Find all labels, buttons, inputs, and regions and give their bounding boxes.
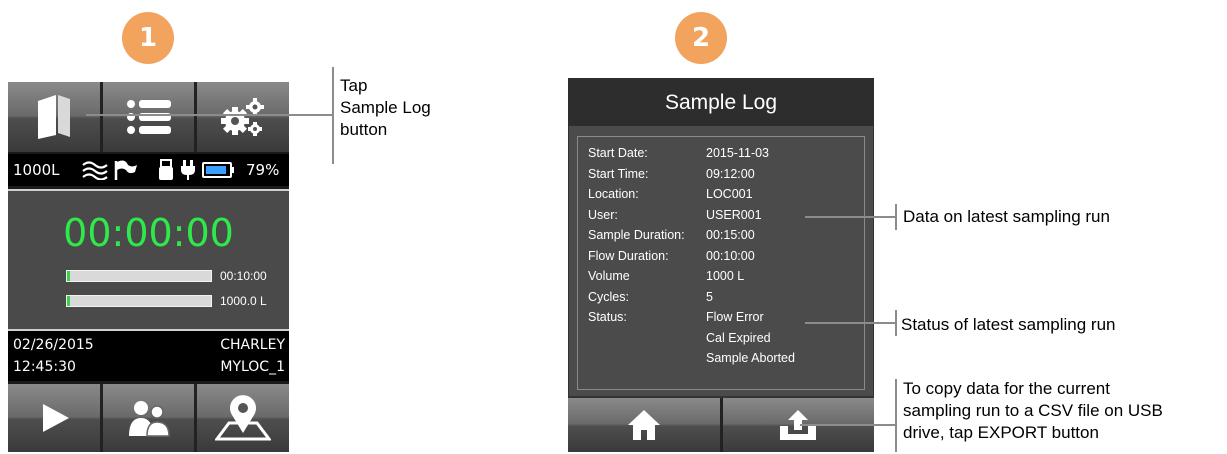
device-main-screen: 1000L 79% 00:00:00 00:10:00 1000.0 L 02/… <box>8 82 290 452</box>
log-row-value: 00:15:00 <box>706 228 755 242</box>
log-row-label: Volume <box>588 269 630 283</box>
log-row: Location: LOC001 <box>588 187 753 201</box>
log-row: Start Date: 2015-11-03 <box>588 146 769 160</box>
callout-leader-1 <box>86 114 334 116</box>
sample-log-title: Sample Log <box>568 78 874 126</box>
current-location: MYLOC_1 <box>220 359 285 375</box>
sample-log-panel: Start Date: 2015-11-03 Start Time: 09:12:00… <box>569 126 873 396</box>
run-status-panel: 00:00:00 00:10:00 1000.0 L <box>8 189 289 331</box>
callout-data-latest: Data on latest sampling run <box>903 207 1110 226</box>
callout-status-latest: Status of latest sampling run <box>901 315 1116 334</box>
home-button[interactable] <box>568 398 720 452</box>
step-2-badge: 2 <box>675 12 727 64</box>
current-time: 12:45:30 <box>13 359 76 375</box>
volume-progress-bar <box>66 295 212 307</box>
sample-log-button[interactable] <box>8 82 100 152</box>
volume-progress-fill <box>67 296 70 306</box>
users-icon <box>128 401 170 437</box>
log-row: Volume 1000 L <box>588 269 744 283</box>
volume-status: 1000L <box>13 161 60 179</box>
callout-export: To copy data for the current sampling ru… <box>903 379 1163 442</box>
log-row-label: Location: <box>588 187 639 201</box>
duration-progress-label: 00:10:00 <box>220 269 267 283</box>
log-row-value: Sample Aborted <box>706 351 795 365</box>
callout-bracket-2 <box>895 204 897 230</box>
log-row-value: 09:12:00 <box>706 166 755 181</box>
callout-bracket-4 <box>895 379 897 452</box>
gears-icon <box>221 98 265 136</box>
log-row-label: User: <box>588 207 618 222</box>
callout-leader-3 <box>805 322 897 324</box>
play-icon <box>42 404 69 432</box>
current-user: CHARLEY <box>220 337 285 353</box>
sample-log-table: Start Date: 2015-11-03 Start Time: 09:12:00… <box>577 136 865 390</box>
elapsed-timer: 00:00:00 <box>63 211 234 255</box>
log-row-label: Start Date: <box>588 146 648 160</box>
callout-bracket-1 <box>332 67 334 164</box>
log-row-value: LOC001 <box>706 187 753 201</box>
callout-bracket-3 <box>895 310 897 336</box>
plug-icon <box>181 160 195 180</box>
flow-icon <box>82 161 108 180</box>
location-button[interactable] <box>197 384 290 452</box>
battery-icon <box>202 162 234 178</box>
log-row: Status: Flow Error <box>588 310 764 324</box>
callout-tap-sample-log: Tap Sample Log button <box>340 76 431 139</box>
log-row-label: Cycles: <box>588 289 629 304</box>
menu-list-button[interactable] <box>102 82 195 152</box>
log-row-label: Start Time: <box>588 166 649 181</box>
current-date: 02/26/2015 <box>13 337 94 353</box>
log-row-value: Flow Error <box>706 310 764 324</box>
log-row-value: 1000 L <box>706 269 745 283</box>
log-row-value: 5 <box>706 289 713 304</box>
log-row-value: USER001 <box>706 207 762 222</box>
log-row-label: Sample Duration: <box>588 228 685 242</box>
log-row-value: Cal Expired <box>706 330 771 345</box>
flag-icon <box>114 160 137 180</box>
volume-progress-label: 1000.0 L <box>220 294 267 308</box>
start-button[interactable] <box>8 384 100 452</box>
callout-leader-2 <box>805 216 897 218</box>
duration-progress-fill <box>67 271 70 281</box>
battery-percent: 79% <box>246 161 280 179</box>
log-row: Sample Duration: 00:15:00 <box>588 228 755 242</box>
usb-icon <box>159 159 173 180</box>
status-bar: 1000L 79% <box>8 154 289 186</box>
map-pin-icon <box>215 395 272 441</box>
log-row-value: 00:10:00 <box>706 248 755 263</box>
callout-leader-4 <box>800 424 897 426</box>
log-row: User: USER001 <box>588 207 762 222</box>
book-icon <box>37 95 70 139</box>
log-row-label: Flow Duration: <box>588 248 669 263</box>
step-1-badge: 1 <box>122 12 174 64</box>
log-row-label: Status: <box>588 310 627 324</box>
info-bar: 02/26/2015 12:45:30 CHARLEY MYLOC_1 <box>8 331 289 381</box>
log-row: Cycles: 5 <box>588 289 713 304</box>
users-button[interactable] <box>102 384 195 452</box>
top-toolbar <box>8 82 290 152</box>
log-row: Flow Duration: 00:10:00 <box>588 248 755 263</box>
list-icon <box>126 100 171 134</box>
bottom-toolbar <box>8 384 290 452</box>
settings-button[interactable] <box>197 82 290 152</box>
sample-log-screen: Sample Log Start Date: 2015-11-03 Start Ti… <box>568 78 874 452</box>
log-row-value: 2015-11-03 <box>706 146 770 160</box>
duration-progress-bar <box>66 270 212 282</box>
home-icon <box>627 410 660 440</box>
log-row: Start Time: 09:12:00 <box>588 166 755 181</box>
